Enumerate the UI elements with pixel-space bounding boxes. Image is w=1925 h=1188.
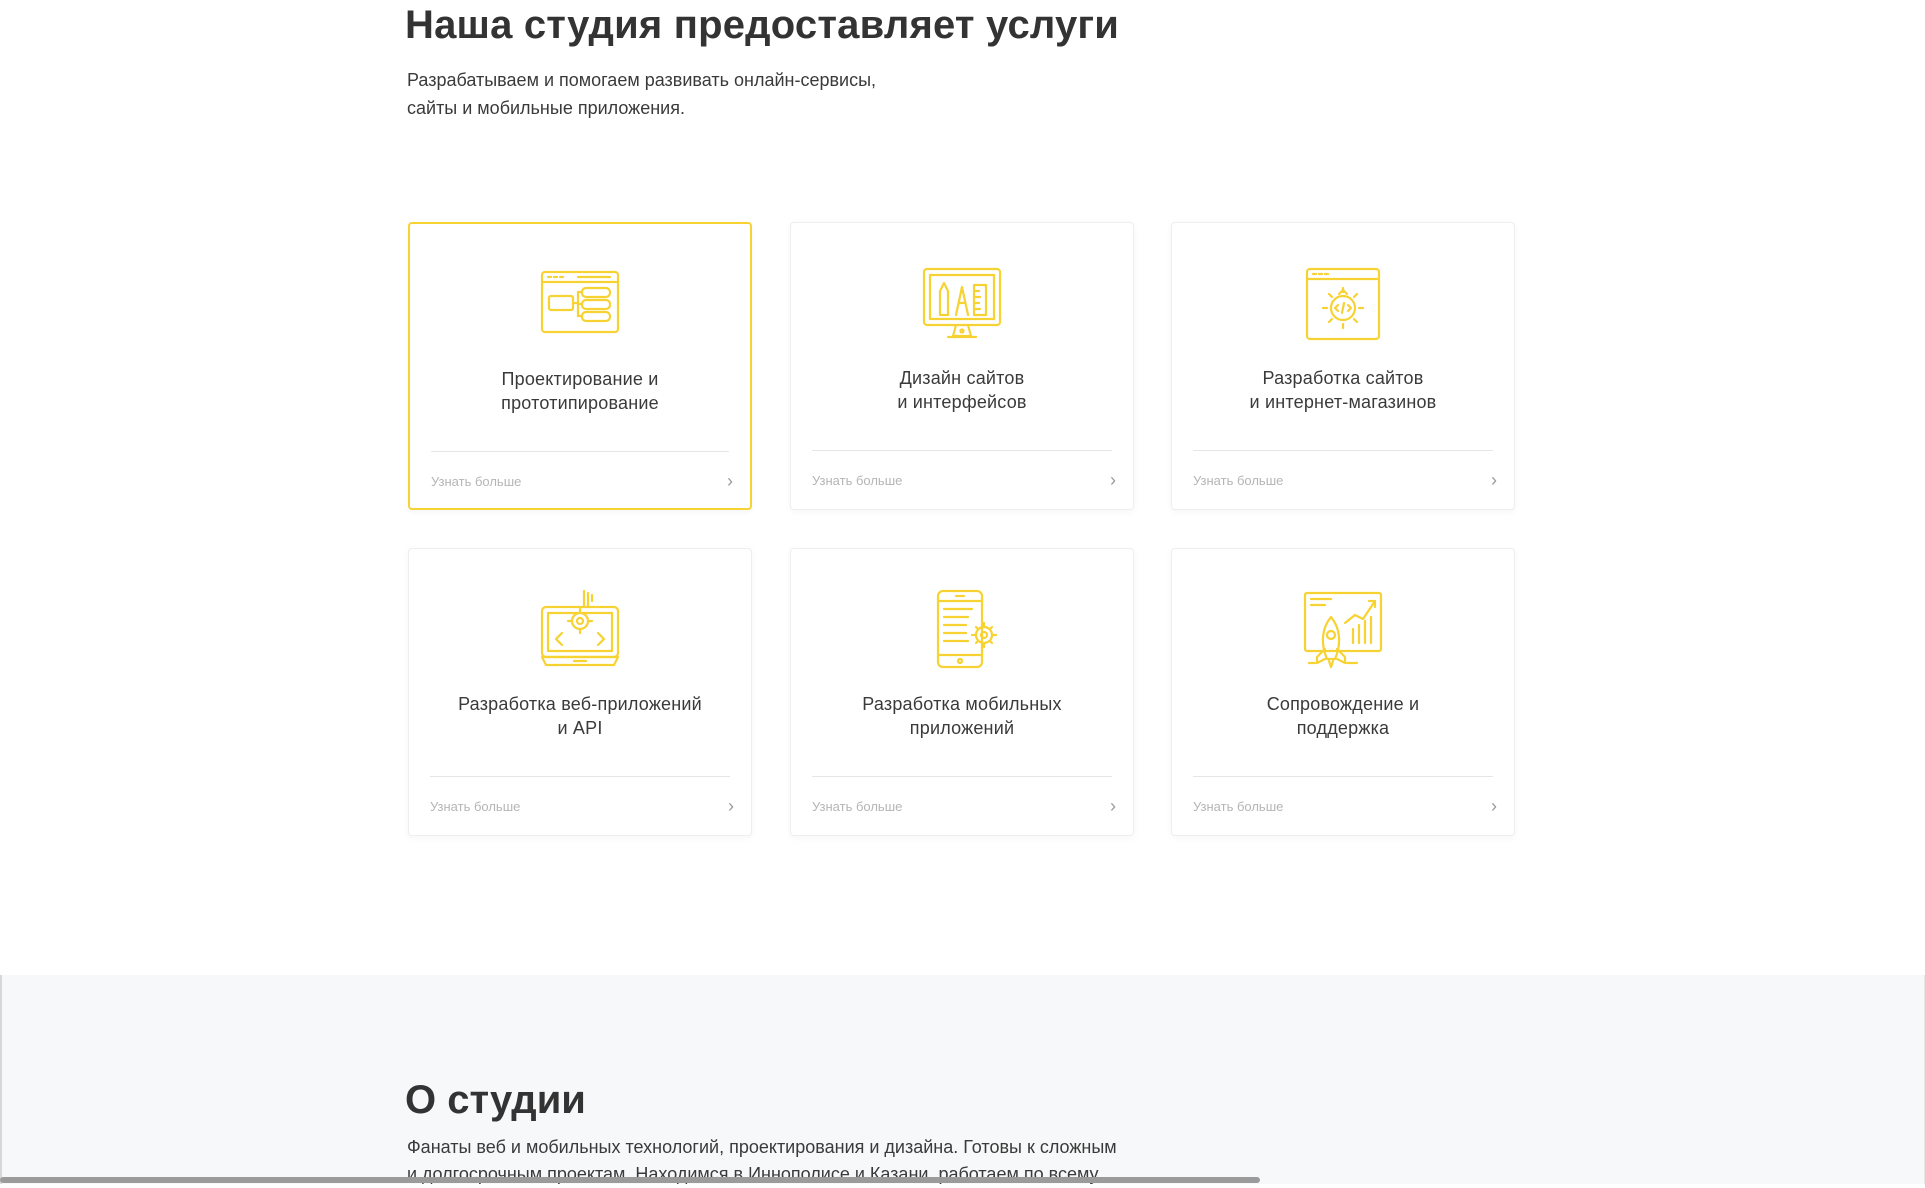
services-section: Наша студия предоставляет услуги Разраба… [0,0,1925,975]
horizontal-scrollbar[interactable] [0,1177,1260,1183]
card-divider [1193,450,1493,451]
services-title: Наша студия предоставляет услуги [405,3,1120,47]
design-monitor-icon [922,263,1002,343]
chevron-right-icon[interactable]: › [1110,797,1116,815]
card-divider [430,776,730,777]
rocket-chart-icon [1303,589,1383,669]
learn-more-link[interactable]: Узнать больше [1193,799,1283,814]
card-title: Разработка мобильных приложений [791,692,1133,740]
prototype-window-icon [540,264,620,344]
learn-more-link[interactable]: Узнать больше [430,799,520,814]
card-title-line-1: Разработка мобильных [862,694,1062,714]
subtitle-line-2: сайты и мобильные приложения. [407,98,685,118]
service-card-web-apps[interactable]: Разработка веб-приложений и API Узнать б… [408,548,752,836]
card-title: Дизайн сайтов и интерфейсов [791,366,1133,414]
chevron-right-icon[interactable]: › [728,797,734,815]
chevron-right-icon[interactable]: › [1491,797,1497,815]
card-divider [1193,776,1493,777]
web-app-laptop-icon [540,589,620,669]
card-title-line-1: Разработка сайтов [1262,368,1424,388]
card-divider [812,776,1112,777]
card-title-line-2: поддержка [1296,718,1390,738]
service-card-design[interactable]: Дизайн сайтов и интерфейсов Узнать больш… [790,222,1134,510]
card-title-line-2: и API [557,718,603,738]
card-title-line-1: Разработка веб-приложений [458,694,702,714]
about-line-1: Фанаты веб и мобильных технологий, проек… [407,1137,1117,1157]
card-title: Сопровождение и поддержка [1172,692,1514,740]
card-title: Разработка веб-приложений и API [409,692,751,740]
card-title-line-2: приложений [909,718,1015,738]
learn-more-link[interactable]: Узнать больше [812,473,902,488]
service-card-mobile-apps[interactable]: Разработка мобильных приложений Узнать б… [790,548,1134,836]
learn-more-link[interactable]: Узнать больше [431,474,521,489]
about-section: О студии Фанаты веб и мобильных технолог… [2,975,1924,1184]
card-divider [812,450,1112,451]
service-card-support[interactable]: Сопровождение и поддержка Узнать больше … [1171,548,1515,836]
card-title: Разработка сайтов и интернет-магазинов [1172,366,1514,414]
card-title: Проектирование и прототипирование [410,367,750,415]
learn-more-link[interactable]: Узнать больше [1193,473,1283,488]
service-card-websites[interactable]: Разработка сайтов и интернет-магазинов У… [1171,222,1515,510]
card-title-line-1: Проектирование и [501,369,659,389]
card-divider [431,451,729,452]
card-title-line-1: Сопровождение и [1266,694,1420,714]
card-title-line-2: и интерфейсов [897,392,1027,412]
code-gear-window-icon [1303,263,1383,343]
subtitle-line-1: Разрабатываем и помогаем развивать онлай… [407,70,877,90]
chevron-right-icon[interactable]: › [727,472,733,490]
card-title-line-2: прототипирование [501,393,659,413]
about-title: О студии [405,1078,586,1122]
service-card-prototyping[interactable]: Проектирование и прототипирование Узнать… [408,222,752,510]
services-subtitle: Разрабатываем и помогаем развивать онлай… [407,66,1027,122]
card-title-line-2: и интернет-магазинов [1249,392,1437,412]
chevron-right-icon[interactable]: › [1110,471,1116,489]
chevron-right-icon[interactable]: › [1491,471,1497,489]
learn-more-link[interactable]: Узнать больше [812,799,902,814]
mobile-gear-icon [922,589,1002,669]
card-title-line-1: Дизайн сайтов [899,368,1025,388]
